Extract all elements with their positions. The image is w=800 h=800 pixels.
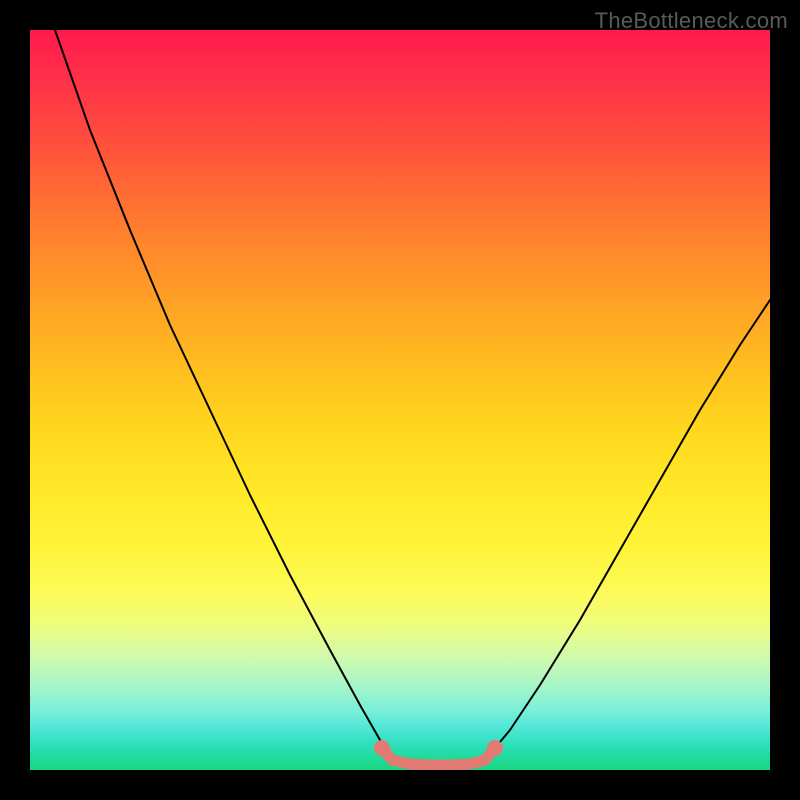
valley-highlight [382,748,495,765]
chart-frame: TheBottleneck.com [0,0,800,800]
watermark-text: TheBottleneck.com [595,8,788,34]
bottleneck-curve [55,30,770,765]
plot-area [30,30,770,770]
valley-endpoint [374,740,390,756]
valley-endpoint [487,740,503,756]
curve-layer [30,30,770,770]
